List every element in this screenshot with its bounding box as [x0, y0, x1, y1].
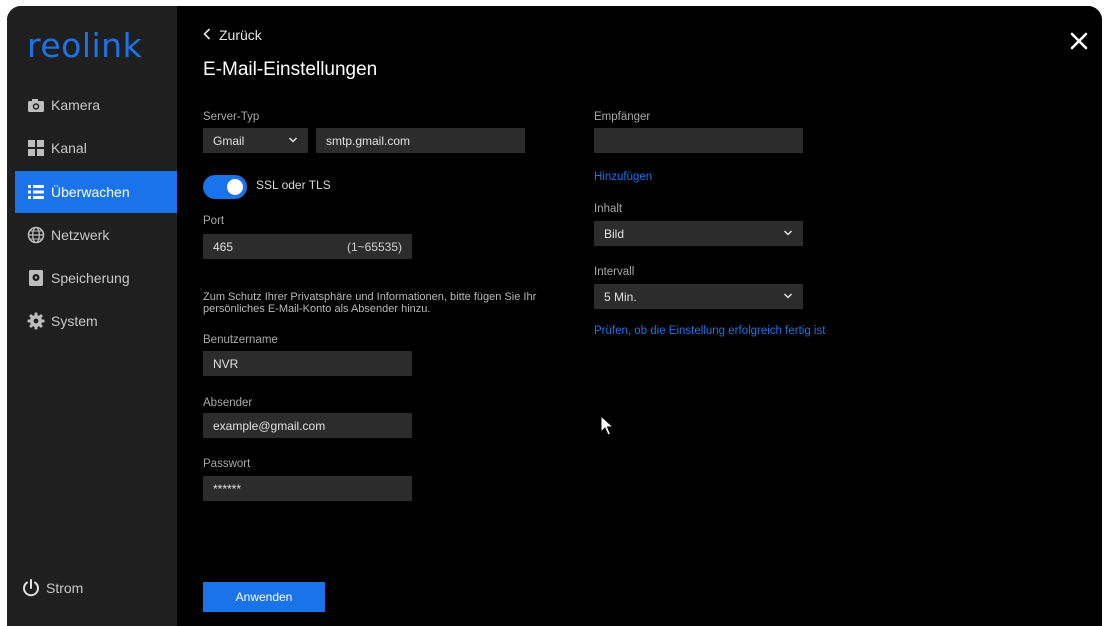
content-label: Inhalt: [594, 203, 623, 215]
camera-icon: [27, 96, 45, 114]
power-button[interactable]: Strom: [21, 578, 83, 598]
sidebar-item-kamera[interactable]: Kamera: [15, 84, 177, 126]
server-host-value: smtp.gmail.com: [326, 133, 411, 148]
server-type-value: Gmail: [213, 133, 245, 148]
server-host-input[interactable]: smtp.gmail.com: [316, 128, 525, 153]
toggle-knob: [227, 179, 243, 195]
main-panel: Zurück E-Mail-Einstellungen Server-Typ G…: [177, 6, 1102, 626]
list-icon: [27, 183, 45, 201]
recipient-label: Empfänger: [594, 111, 651, 123]
port-input[interactable]: 465 (1~65535): [203, 234, 412, 259]
sidebar-item-speicherung[interactable]: Speicherung: [15, 257, 177, 299]
gear-icon: [27, 312, 45, 330]
sidebar-item-label: Netzwerk: [51, 227, 110, 243]
reolink-logo: reolink: [27, 26, 143, 65]
password-value: ******: [213, 481, 242, 496]
content-select[interactable]: Bild: [594, 221, 803, 246]
sender-input[interactable]: example@gmail.com: [203, 413, 412, 438]
sender-value: example@gmail.com: [213, 418, 326, 433]
content-value: Bild: [604, 226, 625, 241]
sender-label: Absender: [203, 397, 253, 409]
chevron-left-icon: [203, 27, 211, 43]
add-recipient-link[interactable]: Hinzufügen: [594, 171, 652, 183]
sidebar-item-label: Kamera: [51, 97, 101, 113]
sidebar-item-system[interactable]: System: [15, 300, 177, 342]
sidebar-item-label: Überwachen: [51, 184, 130, 200]
sidebar-item-netzwerk[interactable]: Netzwerk: [15, 214, 177, 256]
globe-icon: [27, 226, 45, 244]
mouse-pointer-icon: [600, 414, 615, 442]
power-label: Strom: [46, 580, 84, 596]
username-input[interactable]: NVR: [203, 351, 412, 376]
sidebar-item-ueberwachen[interactable]: Überwachen: [15, 171, 177, 213]
back-button[interactable]: Zurück: [203, 27, 262, 43]
chevron-down-icon: [783, 293, 793, 299]
interval-select[interactable]: 5 Min.: [594, 284, 803, 309]
ssl-label: SSL oder TLS: [256, 178, 331, 192]
grid-icon: [27, 139, 45, 157]
server-type-label: Server-Typ: [203, 111, 260, 123]
port-label: Port: [203, 215, 225, 227]
chevron-down-icon: [288, 137, 298, 143]
sidebar: reolink Kamera Kanal Überwachen Netzwerk: [7, 6, 177, 626]
privacy-note: Zum Schutz Ihrer Privatsphäre und Inform…: [203, 291, 537, 315]
port-range-hint: (1~65535): [346, 239, 402, 254]
storage-icon: [27, 269, 45, 287]
sidebar-item-kanal[interactable]: Kanal: [15, 127, 177, 169]
username-label: Benutzername: [203, 334, 278, 346]
interval-value: 5 Min.: [604, 289, 637, 304]
test-settings-link[interactable]: Prüfen, ob die Einstellung erfolgreich f…: [594, 325, 825, 337]
password-label: Passwort: [203, 458, 251, 470]
interval-label: Intervall: [594, 266, 635, 278]
username-value: NVR: [213, 356, 239, 371]
password-input[interactable]: ******: [203, 476, 412, 501]
apply-button[interactable]: Anwenden: [203, 582, 325, 612]
chevron-down-icon: [783, 230, 793, 236]
port-value: 465: [213, 239, 234, 254]
settings-window: reolink Kamera Kanal Überwachen Netzwerk: [7, 6, 1102, 626]
sidebar-item-label: Speicherung: [51, 270, 130, 286]
sidebar-item-label: Kanal: [51, 140, 87, 156]
back-label: Zurück: [219, 27, 262, 43]
sidebar-item-label: System: [51, 313, 98, 329]
close-icon[interactable]: [1069, 31, 1091, 53]
ssl-toggle[interactable]: [203, 175, 247, 199]
server-type-select[interactable]: Gmail: [203, 128, 308, 153]
page-title: E-Mail-Einstellungen: [203, 59, 378, 80]
recipient-input[interactable]: [594, 128, 803, 153]
power-icon: [21, 578, 41, 598]
